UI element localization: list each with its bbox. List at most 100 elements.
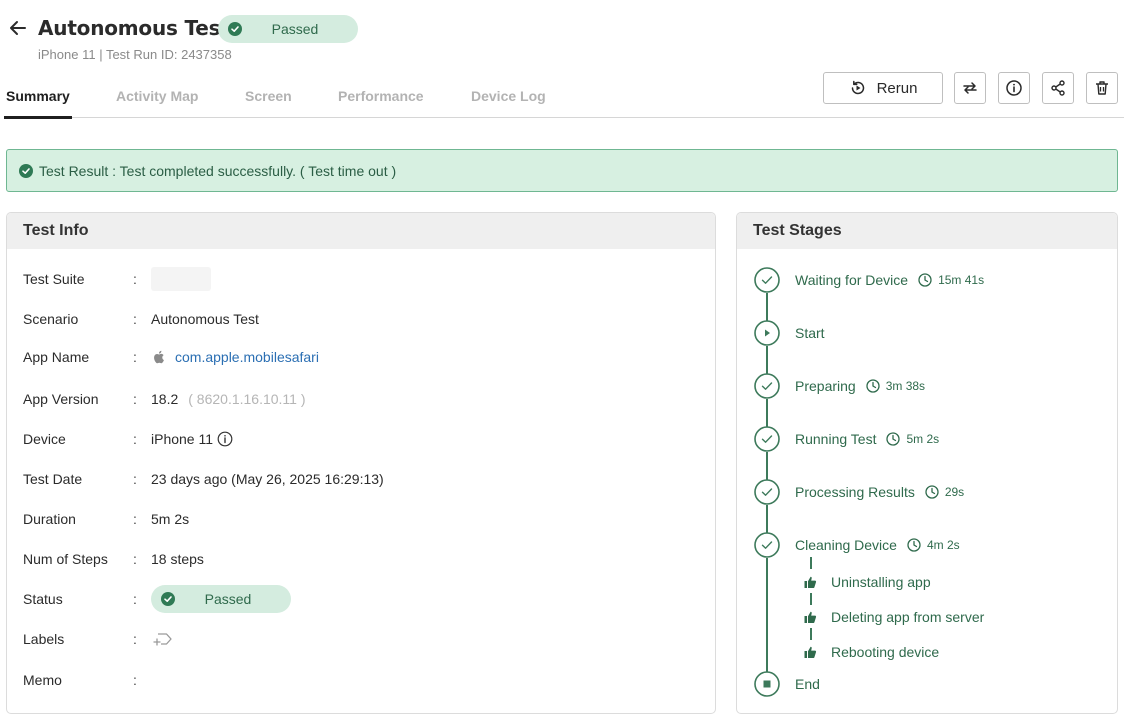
tab-screen[interactable]: Screen (245, 88, 292, 104)
stage-duration: 5m 2s (906, 432, 940, 446)
stage-connector (766, 558, 768, 672)
clock-icon (866, 379, 880, 393)
active-tab-indicator (4, 116, 72, 119)
app-name-link[interactable]: com.apple.mobilesafari (175, 349, 319, 365)
substep-connector (810, 593, 812, 605)
check-circle-icon (754, 479, 780, 505)
row-device: Device : iPhone 11 (23, 429, 713, 449)
test-result-text: Test Result : Test completed successfull… (39, 162, 397, 179)
row-colon: : (133, 631, 137, 647)
row-colon: : (133, 591, 137, 607)
stage-label: Start (795, 325, 825, 341)
clock-icon (925, 485, 939, 499)
delete-button[interactable] (1086, 72, 1118, 104)
apple-icon (154, 350, 164, 364)
row-colon: : (133, 391, 137, 407)
stage-connector (766, 452, 768, 480)
row-label: Labels (23, 631, 65, 647)
row-label: Device (23, 431, 66, 447)
duration-value: 5m 2s (151, 511, 190, 527)
status-badge: Passed (218, 15, 358, 43)
test-stages-title: Test Stages (737, 213, 1117, 249)
row-duration: Duration : 5m 2s (23, 509, 713, 529)
clock-icon (918, 273, 932, 287)
row-colon: : (133, 511, 137, 527)
stage-end: End (795, 674, 820, 694)
row-test-date: Test Date : 23 days ago (May 26, 2025 16… (23, 469, 713, 489)
row-colon: : (133, 551, 137, 567)
add-label-icon[interactable] (151, 630, 173, 648)
thumbs-up-icon (804, 611, 817, 623)
stage-connector (766, 505, 768, 533)
share-button[interactable] (1042, 72, 1074, 104)
check-circle-icon (754, 532, 780, 558)
rerun-button[interactable]: Rerun (823, 72, 943, 104)
test-info-title: Test Info (7, 213, 715, 249)
stage-connector (766, 346, 768, 374)
check-circle-icon (754, 373, 780, 399)
row-label: Num of Steps (23, 551, 108, 567)
swap-arrows-icon (963, 82, 977, 94)
row-label: Test Date (23, 471, 83, 487)
stage-waiting-for-device: Waiting for Device 15m 41s (795, 270, 984, 290)
stage-label: Cleaning Device (795, 537, 897, 553)
row-app-version: App Version : 18.2 ( 8620.1.16.10.11 ) (23, 389, 713, 409)
row-colon: : (133, 471, 137, 487)
substep-label: Uninstalling app (831, 574, 931, 590)
stage-connector (766, 293, 768, 321)
clock-icon (886, 432, 901, 446)
back-arrow-icon[interactable] (8, 18, 28, 38)
tab-device-log[interactable]: Device Log (471, 88, 546, 104)
stage-start: Start (795, 323, 825, 343)
stage-label: Waiting for Device (795, 272, 909, 288)
row-labels: Labels : (23, 629, 713, 649)
stage-label: Running Test (795, 431, 877, 447)
substep-uninstalling-app: Uninstalling app (803, 572, 931, 592)
test-result-banner: Test Result : Test completed successfull… (6, 149, 1118, 192)
tab-activity-map[interactable]: Activity Map (116, 88, 198, 104)
test-stages-panel: Test Stages Waiting for Device 15m 41s S… (736, 212, 1118, 714)
stage-label: End (795, 676, 820, 692)
clock-icon (907, 538, 921, 552)
check-circle-icon (19, 163, 33, 178)
status-badge-label: Passed (271, 21, 319, 37)
tab-summary[interactable]: Summary (6, 88, 70, 104)
stage-duration: 3m 38s (885, 379, 926, 393)
substep-label: Rebooting device (831, 644, 940, 660)
info-button[interactable] (998, 72, 1030, 104)
stage-duration: 29s (944, 485, 965, 499)
redacted-value (151, 267, 211, 291)
substep-label: Deleting app from server (831, 609, 985, 625)
substep-deleting-app: Deleting app from server (803, 607, 984, 627)
row-status: Status : Passed (23, 585, 713, 613)
stage-connector (766, 399, 768, 427)
check-circle-icon (754, 426, 780, 452)
compare-button[interactable] (954, 72, 986, 104)
row-colon: : (133, 349, 137, 365)
share-icon (1051, 80, 1065, 96)
page-title: Autonomous Test (38, 16, 230, 40)
rerun-button-label: Rerun (876, 79, 918, 97)
row-test-suite: Test Suite : (23, 267, 713, 291)
scenario-value: Autonomous Test (151, 311, 259, 327)
num-steps-value: 18 steps (151, 551, 204, 567)
row-colon: : (133, 311, 137, 327)
device-info-icon[interactable] (217, 431, 233, 447)
row-num-steps: Num of Steps : 18 steps (23, 549, 713, 569)
device-value: iPhone 11 (151, 431, 214, 447)
row-label: App Version (23, 391, 99, 407)
row-label: Test Suite (23, 271, 85, 287)
page-subtitle: iPhone 11 | Test Run ID: 2437358 (38, 47, 232, 62)
row-app-name: App Name : com.apple.mobilesafari (23, 347, 713, 367)
stage-label: Processing Results (795, 484, 915, 500)
tab-performance[interactable]: Performance (338, 88, 424, 104)
stage-processing-results: Processing Results 29s (795, 482, 964, 502)
substep-connector (810, 628, 812, 640)
test-date-value: 23 days ago (May 26, 2025 16:29:13) (151, 471, 384, 487)
row-label: Memo (23, 672, 62, 688)
row-colon: : (133, 271, 137, 287)
stage-cleaning-device: Cleaning Device 4m 2s (795, 535, 960, 555)
row-colon: : (133, 672, 137, 688)
stage-running-test: Running Test 5m 2s (795, 429, 939, 449)
thumbs-up-icon (804, 576, 817, 588)
